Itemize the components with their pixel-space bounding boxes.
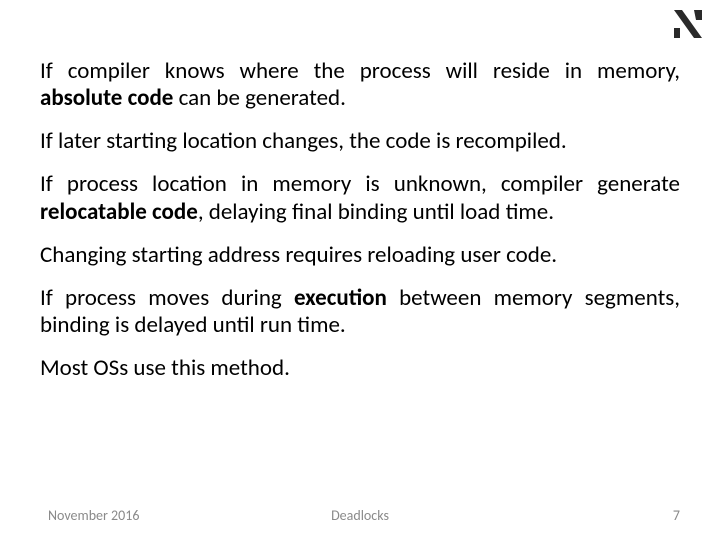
- paragraph-3: If process location in memory is unknown…: [40, 171, 680, 225]
- bold-text: relocatable code: [40, 198, 198, 226]
- text: If compiler knows where the process will…: [40, 57, 680, 85]
- paragraph-2: If later starting location changes, the …: [40, 128, 680, 155]
- text: can be generated.: [173, 84, 346, 112]
- slide-footer: November 2016 Deadlocks 7: [0, 502, 720, 524]
- text: Changing starting address requires reloa…: [40, 241, 557, 269]
- institution-logo: [666, 4, 710, 44]
- footer-page-number: 7: [673, 507, 680, 524]
- text: If later starting location changes, the …: [40, 127, 567, 155]
- slide: If compiler knows where the process will…: [0, 0, 720, 540]
- bold-text: execution: [294, 284, 387, 312]
- paragraph-1: If compiler knows where the process will…: [40, 58, 680, 112]
- paragraph-6: Most OSs use this method.: [40, 355, 680, 382]
- paragraph-5: If process moves during execution betwee…: [40, 285, 680, 339]
- text: If process moves during: [40, 284, 294, 312]
- text: , delaying final binding until load time…: [198, 198, 554, 226]
- slide-body: If compiler knows where the process will…: [40, 58, 680, 398]
- paragraph-4: Changing starting address requires reloa…: [40, 242, 680, 269]
- text: Most OSs use this method.: [40, 354, 290, 382]
- bold-text: absolute code: [40, 84, 173, 112]
- footer-title: Deadlocks: [0, 507, 720, 524]
- aleph-logo-icon: [666, 4, 710, 44]
- text: If process location in memory is unknown…: [40, 170, 680, 198]
